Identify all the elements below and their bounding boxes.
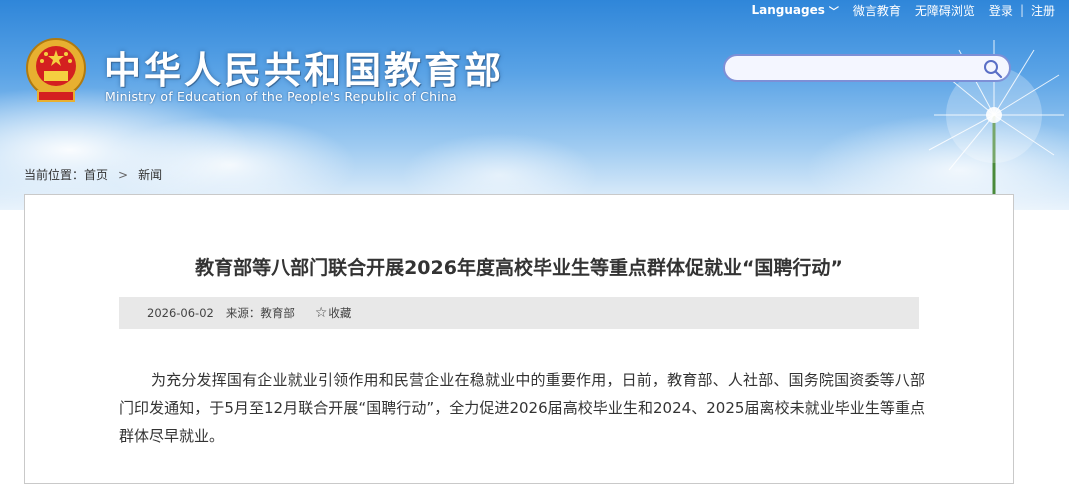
source-label: 来源：	[225, 306, 261, 320]
star-icon: ☆	[314, 305, 328, 321]
search-icon[interactable]	[983, 59, 1003, 79]
favorite-button[interactable]: ☆ 收藏	[315, 305, 352, 321]
site-subtitle: Ministry of Education of the People's Re…	[105, 89, 457, 104]
article-source: 教育部	[260, 306, 295, 320]
article-meta-bar: 2026-06-02 来源： 教育部 ☆ 收藏	[119, 297, 919, 329]
search-box	[723, 54, 1011, 82]
search-input[interactable]	[737, 56, 981, 82]
accessible-browse-link[interactable]: 无障碍浏览	[915, 2, 975, 19]
weibo-link[interactable]: 微言教育	[853, 2, 901, 19]
chevron-down-icon: ﹀	[828, 6, 839, 18]
favorite-label: 收藏	[328, 306, 352, 320]
article-title: 教育部等八部门联合开展2026年度高校毕业生等重点群体促就业“国聘行动”	[195, 257, 843, 279]
site-title[interactable]: 中华人民共和国教育部	[104, 40, 504, 94]
chevron-right-icon: >	[118, 168, 129, 182]
breadcrumb-current-link[interactable]: 新闻	[138, 168, 162, 182]
register-link[interactable]: 注册	[1031, 2, 1055, 19]
breadcrumb: 当前位置：首页 > 新闻	[24, 166, 162, 183]
article-body-paragraph: 为充分发挥国有企业就业引领作用和民营企业在稳就业中的重要作用，日前，教育部、人社…	[119, 371, 925, 445]
languages-label: Languages	[751, 3, 825, 17]
top-links-bar: Languages ﹀ 微言教育 无障碍浏览 登录 | 注册	[752, 1, 1056, 19]
breadcrumb-home-link[interactable]: 首页	[84, 168, 108, 182]
divider: |	[1019, 3, 1024, 17]
languages-menu[interactable]: Languages ﹀	[752, 3, 853, 18]
national-emblem-logo[interactable]	[24, 36, 88, 106]
article-date: 2026-06-02	[147, 306, 214, 320]
article-card: 教育部等八部门联合开展2026年度高校毕业生等重点群体促就业“国聘行动” 202…	[24, 194, 1014, 484]
breadcrumb-label: 当前位置：	[24, 168, 85, 182]
login-link[interactable]: 登录	[989, 2, 1013, 19]
